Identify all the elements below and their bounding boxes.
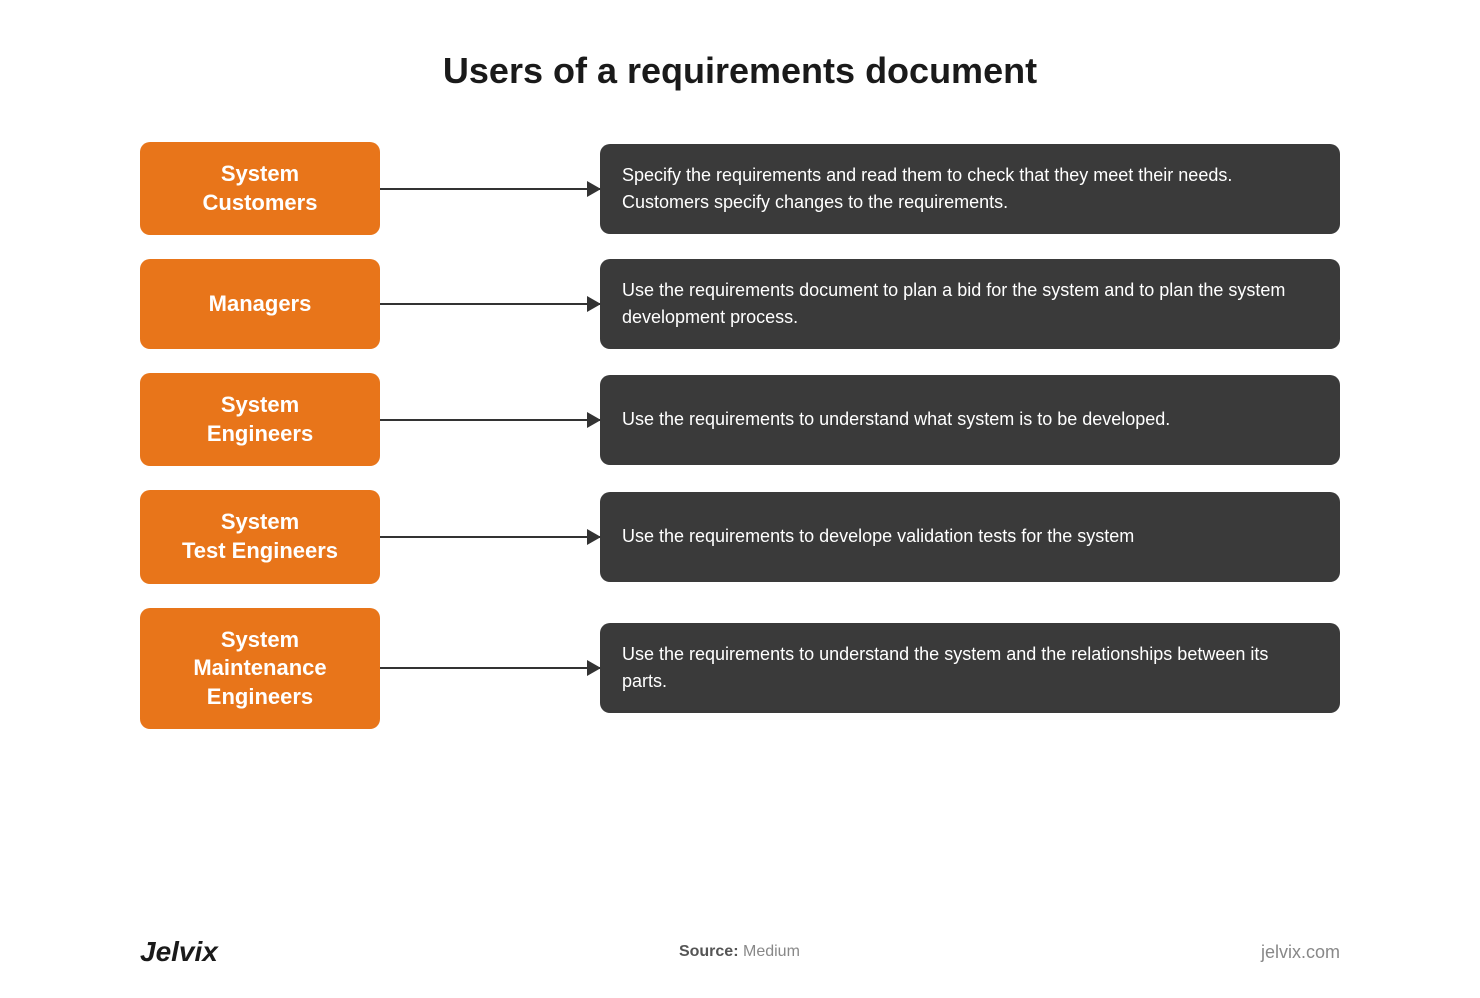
arrow-system-test-engineers [380,536,600,538]
description-system-customers: Specify the requirements and read them t… [600,144,1340,234]
arrow-line-system-maintenance-engineers [380,667,600,669]
description-system-test-engineers: Use the requirements to develope validat… [600,492,1340,582]
row-managers: Managers Use the requirements document to… [140,259,1340,349]
arrow-line-system-test-engineers [380,536,600,538]
arrow-managers [380,303,600,305]
row-system-maintenance-engineers: System Maintenance Engineers Use the requ… [140,608,1340,730]
footer: Jelvix Source: Medium jelvix.com [140,926,1340,968]
label-system-test-engineers: System Test Engineers [140,490,380,583]
arrow-system-maintenance-engineers [380,667,600,669]
description-managers: Use the requirements document to plan a … [600,259,1340,349]
footer-source: Source: Medium [679,943,800,961]
arrow-system-customers [380,188,600,190]
footer-url: jelvix.com [1261,942,1340,963]
label-system-maintenance-engineers: System Maintenance Engineers [140,608,380,730]
description-system-engineers: Use the requirements to understand what … [600,375,1340,465]
label-system-engineers: System Engineers [140,373,380,466]
label-managers: Managers [140,259,380,349]
page-title: Users of a requirements document [443,50,1037,92]
arrow-line-system-customers [380,188,600,190]
arrow-line-managers [380,303,600,305]
arrow-line-system-engineers [380,419,600,421]
row-system-test-engineers: System Test Engineers Use the requirement… [140,490,1340,583]
diagram-container: System Customers Specify the requirements… [140,142,1340,896]
row-system-customers: System Customers Specify the requirements… [140,142,1340,235]
label-system-customers: System Customers [140,142,380,235]
row-system-engineers: System Engineers Use the requirements to … [140,373,1340,466]
footer-brand-left: Jelvix [140,936,218,968]
description-system-maintenance-engineers: Use the requirements to understand the s… [600,623,1340,713]
arrow-system-engineers [380,419,600,421]
